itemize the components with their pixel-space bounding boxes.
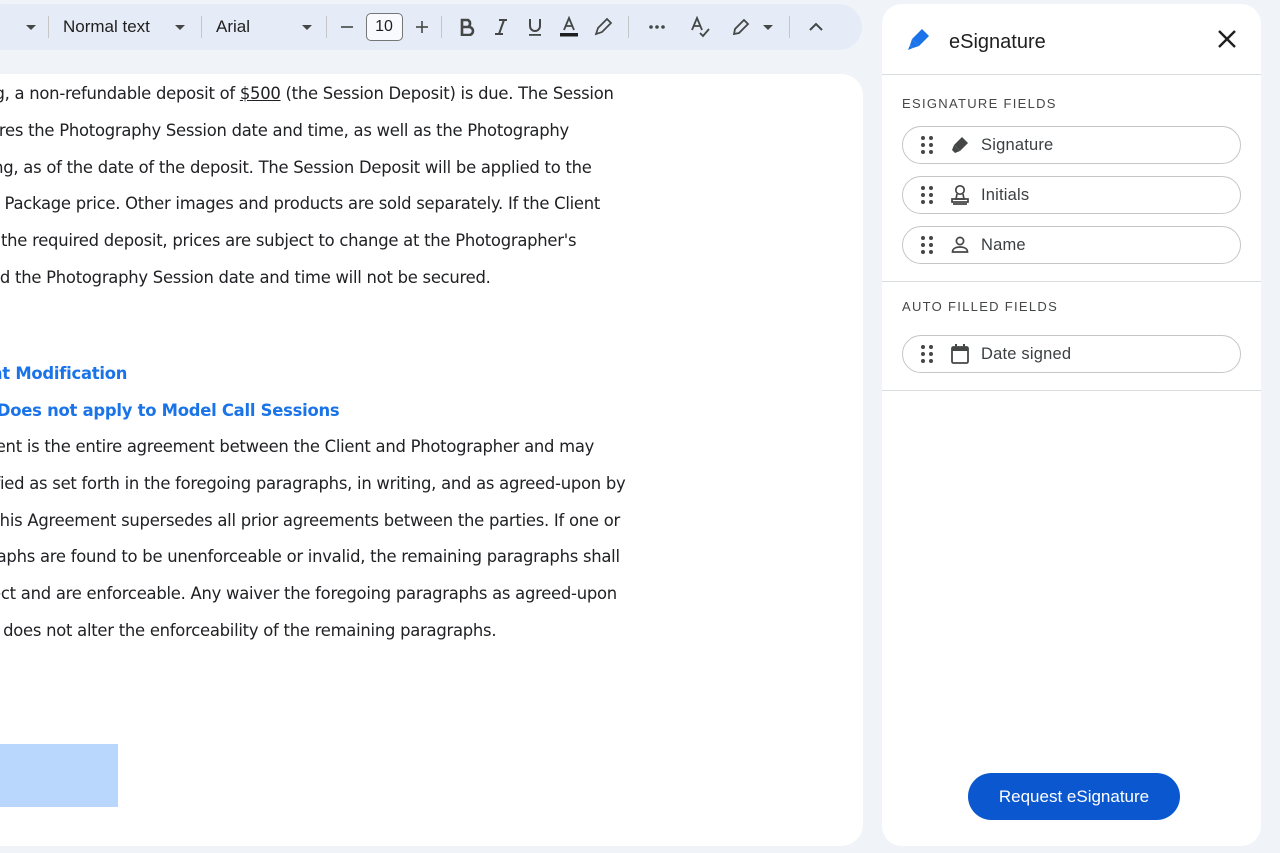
increase-font-size-icon[interactable] [410,15,434,39]
decrease-font-size-icon[interactable] [335,15,359,39]
initials-field-chip[interactable]: Initials [902,176,1241,214]
doc-line: and the Photography Session date and tim… [0,268,491,287]
stamp-icon [949,184,971,206]
date-signed-field-chip[interactable]: Date signed [902,335,1241,373]
paragraph-style-dropdown[interactable]: Normal text [49,4,201,50]
doc-line: cures the Photography Session date and t… [0,121,569,140]
section-divider [882,390,1261,391]
close-icon[interactable] [1214,26,1240,52]
underline-icon[interactable] [523,15,547,39]
person-icon [949,234,971,256]
paragraph-style-value: Normal text [63,17,150,36]
section-subheading: . Does not apply to Model Call Sessions [0,401,340,420]
text-color-icon[interactable] [557,15,581,39]
doc-line: cing, as of the date of the deposit. The… [0,158,592,177]
document-page[interactable]: ing, a non-refundable deposit of $500 (t… [0,74,863,846]
chevron-down-icon [302,24,312,30]
highlight-pen-icon[interactable] [591,15,615,39]
section-divider [882,281,1261,282]
panel-header: eSignature [882,4,1261,75]
doc-line: te the required deposit, prices are subj… [0,231,577,250]
edit-pencil-icon [733,18,750,36]
pen-icon [949,134,971,156]
chevron-down-icon [763,24,774,30]
collapse-menu-icon[interactable] [804,15,828,39]
font-dropdown[interactable]: Arial [202,4,326,50]
section-heading: ent Modification [0,364,128,383]
drag-handle-icon [921,186,933,204]
initials-label: Initials [981,185,1030,204]
italic-icon[interactable] [489,15,513,39]
date-signed-label: Date signed [981,344,1072,363]
signature-label: Signature [981,135,1054,154]
doc-line: ing, a non-refundable deposit of $500 (t… [0,84,614,103]
name-field-chip[interactable]: Name [902,226,1241,264]
esignature-pen-icon [908,29,929,50]
more-options-icon[interactable] [645,15,669,39]
signature-field-placeholder[interactable] [0,744,118,807]
signature-field-chip[interactable]: Signature [902,126,1241,164]
panel-title: eSignature [949,31,1046,53]
font-size-input[interactable]: 10 [365,13,403,41]
doc-line: dified as set forth in the foregoing par… [0,474,626,493]
doc-line: es does not alter the enforceability of … [0,621,497,640]
deposit-amount: $500 [239,84,281,103]
doc-line: graphs are found to be unenforceable or … [0,547,620,566]
esignature-fields-label: ESIGNATURE FIELDS [902,96,1057,111]
formatting-toolbar: Normal text Arial 10 [0,4,862,50]
doc-line: hy Package price. Other images and produ… [0,194,601,213]
doc-line: ffect and are enforceable. Any waiver th… [0,584,617,603]
spellcheck-icon[interactable] [688,15,712,39]
esignature-panel: eSignature ESIGNATURE FIELDS Signature I… [882,4,1261,846]
drag-handle-icon [921,236,933,254]
doc-line: ment is the entire agreement between the… [0,437,595,456]
name-label: Name [981,235,1026,254]
chevron-down-icon [26,24,36,30]
chevron-down-icon [175,24,185,30]
auto-filled-fields-label: AUTO FILLED FIELDS [902,299,1059,314]
doc-line: . This Agreement supersedes all prior ag… [0,511,620,530]
calendar-icon [949,343,971,365]
bold-icon[interactable] [455,15,479,39]
drag-handle-icon [921,345,933,363]
zoom-dropdown[interactable] [0,4,36,50]
request-esignature-button[interactable]: Request eSignature [968,773,1180,820]
editing-mode-dropdown[interactable] [731,15,774,39]
drag-handle-icon [921,136,933,154]
font-value: Arial [216,17,251,36]
